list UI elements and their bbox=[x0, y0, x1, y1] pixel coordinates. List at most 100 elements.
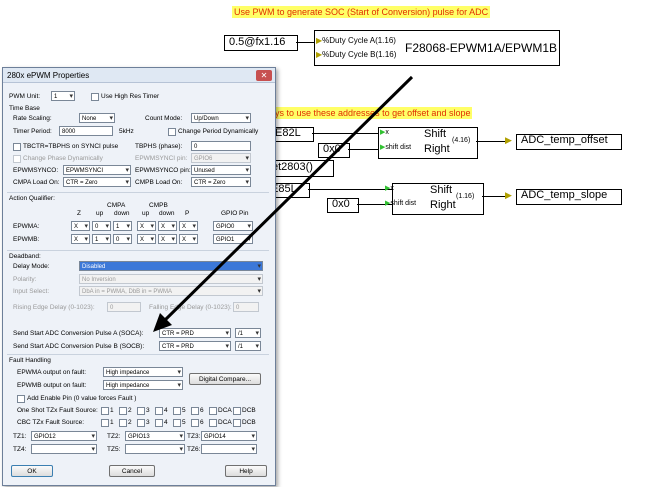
timer-period-input[interactable]: 8000 bbox=[59, 126, 113, 136]
get-fn-label: et2803() bbox=[272, 161, 313, 173]
tz1-select[interactable]: GPIO12 bbox=[31, 431, 97, 441]
tz6-select[interactable] bbox=[201, 444, 257, 454]
cbc-checkbox-3[interactable] bbox=[137, 419, 145, 427]
tz6-label: TZ6: bbox=[187, 446, 201, 453]
soca-select[interactable]: CTR = PRD bbox=[159, 328, 231, 338]
tz5-label: TZ5: bbox=[107, 446, 121, 453]
epwmb-z-select[interactable]: X bbox=[71, 234, 90, 244]
oneshot-checkbox-2[interactable] bbox=[119, 407, 127, 415]
epwmsyncin-select[interactable]: GPIO6 bbox=[191, 153, 251, 163]
oneshot-label: One Shot TZx Fault Source: bbox=[17, 407, 98, 414]
delay-mode-select[interactable]: Disabled bbox=[79, 261, 263, 271]
epwmb-gpio-select[interactable]: GPIO1 bbox=[213, 234, 253, 244]
socb-select[interactable]: CTR = PRD bbox=[159, 341, 231, 351]
change-phase-checkbox[interactable] bbox=[13, 155, 21, 163]
epwma-cmpa-down-select[interactable]: 1 bbox=[113, 221, 132, 231]
addr2-wire bbox=[308, 189, 392, 190]
epwma-gpio-select[interactable]: GPIO0 bbox=[213, 221, 253, 231]
epwma-label: EPWMA: bbox=[13, 223, 40, 230]
change-period-label: Change Period Dynamically bbox=[178, 128, 259, 135]
epwma-z-select[interactable]: X bbox=[71, 221, 90, 231]
change-period-checkbox[interactable] bbox=[168, 128, 176, 136]
aq-col-z: Z bbox=[77, 210, 81, 217]
oneshot-checkbox-dcb[interactable] bbox=[233, 407, 241, 415]
aq-cmpb-header: CMPB bbox=[149, 202, 168, 209]
epwmsynco-pin-select[interactable]: Unused bbox=[191, 165, 251, 175]
close-icon[interactable]: ✕ bbox=[256, 70, 272, 81]
epwmb-fault-select[interactable]: High impedance bbox=[103, 380, 183, 390]
dialog-title: 280x ePWM Properties bbox=[7, 71, 90, 80]
count-mode-select[interactable]: Up/Down bbox=[191, 113, 251, 123]
tz5-select[interactable] bbox=[125, 444, 185, 454]
digital-compare-button[interactable]: Digital Compare... bbox=[189, 373, 261, 385]
epwma-cmpa-up-select[interactable]: 0 bbox=[92, 221, 111, 231]
rate-scaling-select[interactable]: None bbox=[79, 113, 115, 123]
deadband-label: Deadband: bbox=[9, 253, 41, 260]
tbphs-input[interactable]: 0 bbox=[191, 141, 251, 151]
addr1-wire bbox=[312, 133, 378, 134]
cmpa-load-select[interactable]: CTR = Zero bbox=[63, 177, 131, 187]
cbc-checkbox-5[interactable] bbox=[173, 419, 181, 427]
oneshot-checkbox-3[interactable] bbox=[137, 407, 145, 415]
epwma-p-select[interactable]: X bbox=[179, 221, 198, 231]
cbc-checkbox-2[interactable] bbox=[119, 419, 127, 427]
ok-button[interactable]: OK bbox=[11, 465, 53, 477]
tz4-label: TZ4: bbox=[13, 446, 27, 453]
high-res-checkbox[interactable] bbox=[91, 93, 99, 101]
input-select-select[interactable]: DbA in = PWMA, DbB in = PWMA bbox=[79, 286, 263, 296]
rising-delay-input[interactable]: 0 bbox=[107, 302, 141, 312]
oneshot-checkbox-4[interactable] bbox=[155, 407, 163, 415]
offset-arrow: ▶ bbox=[505, 135, 512, 145]
oneshot-source-label: DCA bbox=[218, 407, 232, 414]
cbc-checkbox-6[interactable] bbox=[191, 419, 199, 427]
oneshot-source-label: DCB bbox=[242, 407, 256, 414]
polarity-select[interactable]: No Inversion bbox=[79, 274, 263, 284]
shift1-top: Shift bbox=[424, 128, 447, 140]
epwma-cmpb-down-select[interactable]: X bbox=[158, 221, 177, 231]
tz3-select[interactable]: GPIO14 bbox=[201, 431, 257, 441]
cmpb-load-select[interactable]: CTR = Zero bbox=[191, 177, 251, 187]
falling-delay-input[interactable]: 0 bbox=[233, 302, 259, 312]
offset-output-label: ADC_temp_offset bbox=[521, 134, 608, 146]
deadband-separator bbox=[7, 250, 269, 251]
shift1-fmt: (4.16) bbox=[452, 137, 471, 144]
enable-pin-checkbox[interactable] bbox=[17, 395, 25, 403]
aq-cmpa-header: CMPA bbox=[107, 202, 126, 209]
tz2-label: TZ2: bbox=[107, 433, 121, 440]
mid-note: ays to use these addresses to get offset… bbox=[268, 107, 473, 119]
cbc-source-label: DCA bbox=[218, 419, 232, 426]
enable-pin-label: Add Enable Pin (0 value forces Fault ) bbox=[27, 395, 137, 402]
dialog-titlebar[interactable]: 280x ePWM Properties bbox=[3, 68, 275, 83]
epwmb-cmpb-down-select[interactable]: X bbox=[158, 234, 177, 244]
epwma-fault-select[interactable]: High impedance bbox=[103, 367, 183, 377]
cancel-button[interactable]: Cancel bbox=[109, 465, 155, 477]
cbc-checkbox-dcb[interactable] bbox=[233, 419, 241, 427]
oneshot-checkbox-5[interactable] bbox=[173, 407, 181, 415]
oneshot-checkbox-6[interactable] bbox=[191, 407, 199, 415]
socb-prescale-select[interactable]: /1 bbox=[235, 341, 261, 351]
cbc-checkbox-dca[interactable] bbox=[209, 419, 217, 427]
soca-prescale-select[interactable]: /1 bbox=[235, 328, 261, 338]
shift1-right: Right bbox=[424, 143, 450, 155]
change-phase-label: Change Phase Dynamically bbox=[23, 155, 103, 162]
tbctr-checkbox[interactable] bbox=[13, 143, 21, 151]
epwma-cmpb-up-select[interactable]: X bbox=[137, 221, 156, 231]
epwmb-p-select[interactable]: X bbox=[179, 234, 198, 244]
epwmb-cmpa-up-select[interactable]: 1 bbox=[92, 234, 111, 244]
zero1-wire bbox=[348, 149, 378, 150]
help-button[interactable]: Help bbox=[225, 465, 267, 477]
epwmb-cmpa-down-select[interactable]: 0 bbox=[113, 234, 132, 244]
oneshot-checkbox-dca[interactable] bbox=[209, 407, 217, 415]
cbc-source-label: 1 bbox=[110, 419, 114, 426]
cbc-checkbox-1[interactable] bbox=[101, 419, 109, 427]
epwmb-label: EPWMB: bbox=[13, 236, 40, 243]
tz4-select[interactable] bbox=[31, 444, 97, 454]
pwm-unit-label: PWM Unit: bbox=[9, 93, 41, 100]
pwm-unit-select[interactable]: 1 bbox=[51, 91, 75, 101]
tz2-select[interactable]: GPIO13 bbox=[125, 431, 185, 441]
epwmb-cmpb-up-select[interactable]: X bbox=[137, 234, 156, 244]
cbc-source-label: 2 bbox=[128, 419, 132, 426]
oneshot-checkbox-1[interactable] bbox=[101, 407, 109, 415]
epwmsynco-select[interactable]: EPWMSYNCI bbox=[63, 165, 131, 175]
cbc-checkbox-4[interactable] bbox=[155, 419, 163, 427]
